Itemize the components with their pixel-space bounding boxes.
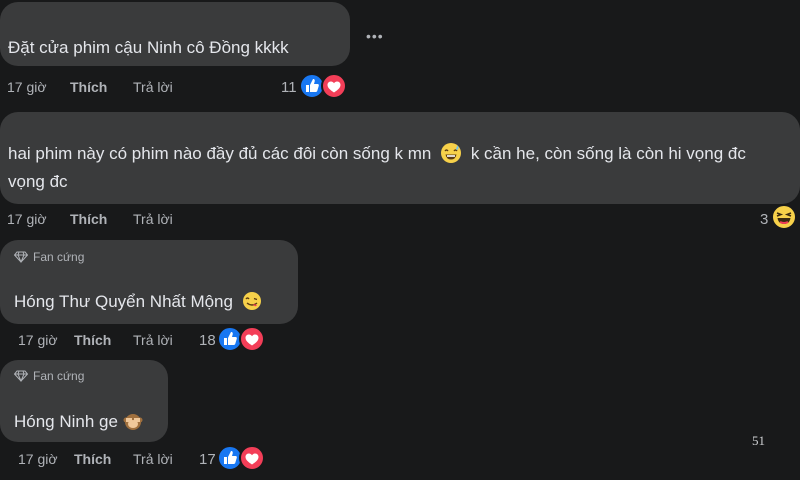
comment-text: Đặt cửa phim cậu Ninh cô Đồng kkkk — [8, 38, 289, 57]
reply-button[interactable]: Trả lời — [133, 451, 173, 467]
comment-text-part2: k cần he, còn sống là còn hi vọng đc — [470, 144, 746, 163]
like-button[interactable]: Thích — [70, 79, 107, 95]
reaction-icons[interactable] — [217, 325, 267, 358]
yum-emoji — [242, 292, 261, 311]
like-icon — [217, 326, 243, 352]
fan-badge: Fan cứng — [14, 250, 84, 264]
timestamp[interactable]: 17 giờ — [18, 451, 58, 467]
haha-icon — [771, 204, 797, 230]
love-icon — [239, 445, 265, 471]
like-button[interactable]: Thích — [74, 451, 111, 467]
like-button[interactable]: Thích — [70, 211, 107, 227]
diamond-icon — [14, 251, 28, 263]
timestamp[interactable]: 17 giờ — [7, 211, 47, 227]
comment-text: Hóng Thư Quyển Nhất Mộng — [14, 288, 262, 315]
reaction-count[interactable]: 11 — [281, 79, 297, 96]
like-icon — [299, 73, 325, 99]
comment-text-part1: hai phim này có phim nào đầy đủ các đôi … — [8, 144, 432, 163]
timestamp[interactable]: 17 giờ — [18, 332, 58, 348]
reaction-icons[interactable] — [217, 444, 267, 477]
see-no-evil-monkey-emoji — [123, 414, 143, 431]
like-icon — [217, 445, 243, 471]
grinning-sweat-emoji — [441, 143, 462, 164]
page-number: 51 — [752, 433, 765, 448]
reaction-icons[interactable] — [299, 72, 349, 105]
comment-text: hai phim này có phim nào đầy đủ các đôi … — [8, 140, 746, 167]
badge-label: Fan cứng — [33, 250, 85, 264]
timestamp[interactable]: 17 giờ — [7, 79, 47, 95]
love-icon — [239, 326, 265, 352]
comment-text-content: Hóng Ninh ge — [14, 412, 118, 431]
comment-text-content: Hóng Thư Quyển Nhất Mộng — [14, 292, 233, 311]
reply-button[interactable]: Trả lời — [133, 211, 173, 227]
reaction-count[interactable]: 3 — [760, 211, 768, 228]
comment-text: Hóng Ninh ge — [14, 408, 143, 435]
reply-button[interactable]: Trả lời — [133, 79, 173, 95]
reply-button[interactable]: Trả lời — [133, 332, 173, 348]
diamond-icon — [14, 370, 28, 382]
like-button[interactable]: Thích — [74, 332, 111, 348]
love-icon — [321, 73, 347, 99]
fan-badge: Fan cứng — [14, 369, 84, 383]
more-options-icon[interactable]: ••• — [366, 29, 384, 43]
reaction-icons[interactable] — [770, 203, 798, 236]
reaction-count[interactable]: 18 — [199, 332, 216, 349]
reaction-count[interactable]: 17 — [199, 451, 216, 468]
badge-label: Fan cứng — [33, 369, 85, 383]
comment-text-wrap: vọng đc — [8, 172, 68, 191]
